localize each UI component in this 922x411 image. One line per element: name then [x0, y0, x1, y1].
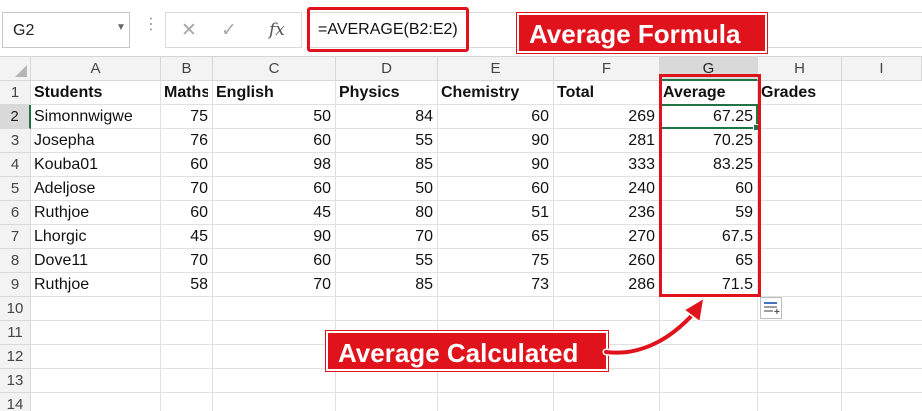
number-cell[interactable]: 76 — [164, 131, 208, 153]
number-cell[interactable]: 90 — [216, 227, 331, 249]
number-cell[interactable]: 75 — [164, 107, 208, 129]
student-name-cell[interactable]: Adeljose — [34, 179, 156, 201]
row-header-8[interactable]: 8 — [0, 249, 31, 273]
drag-handle-icon[interactable]: ⋮ — [143, 14, 159, 34]
gridline-row — [31, 320, 922, 321]
header-cell-physics[interactable]: Physics — [339, 83, 433, 105]
number-cell[interactable]: 58 — [164, 275, 208, 297]
number-cell[interactable]: 55 — [339, 131, 433, 153]
average-calculated-callout: Average Calculated — [326, 331, 608, 371]
number-cell[interactable]: 70 — [164, 251, 208, 273]
name-box-value: G2 — [13, 22, 35, 39]
number-cell[interactable]: 60 — [441, 107, 549, 129]
row-header-12[interactable]: 12 — [0, 345, 31, 369]
column-header-c[interactable]: C — [213, 57, 336, 81]
number-cell[interactable]: 281 — [557, 131, 655, 153]
student-name-cell[interactable]: Ruthjoe — [34, 275, 156, 297]
formula-bar: G2 ▼ ⋮ ✕ ✓ fx =AVERAGE(B2:E2) — [0, 0, 922, 57]
header-cell-english[interactable]: English — [216, 83, 331, 105]
student-name-cell[interactable]: Josepha — [34, 131, 156, 153]
number-cell[interactable]: 75 — [441, 251, 549, 273]
number-cell[interactable]: 60 — [441, 179, 549, 201]
callout-arrow-icon — [602, 296, 706, 357]
header-cell-total[interactable]: Total — [557, 83, 655, 105]
row-header-1[interactable]: 1 — [0, 81, 31, 105]
column-header-i[interactable]: I — [842, 57, 922, 81]
gridline-col — [212, 81, 213, 411]
select-all-icon — [15, 65, 27, 77]
formula-highlight-box — [307, 7, 469, 52]
number-cell[interactable]: 236 — [557, 203, 655, 225]
number-cell[interactable]: 60 — [216, 131, 331, 153]
row-header-3[interactable]: 3 — [0, 129, 31, 153]
student-name-cell[interactable]: Ruthjoe — [34, 203, 156, 225]
row-header-4[interactable]: 4 — [0, 153, 31, 177]
header-cell-students[interactable]: Students — [34, 83, 156, 105]
student-name-cell[interactable]: Dove11 — [34, 251, 156, 273]
number-cell[interactable]: 50 — [216, 107, 331, 129]
number-cell[interactable]: 85 — [339, 275, 433, 297]
column-header-a[interactable]: A — [31, 57, 161, 81]
number-cell[interactable]: 70 — [216, 275, 331, 297]
number-cell[interactable]: 51 — [441, 203, 549, 225]
number-cell[interactable]: 333 — [557, 155, 655, 177]
row-header-2[interactable]: 2 — [0, 105, 31, 129]
gridline-col — [841, 81, 842, 411]
average-column-highlight-box — [659, 74, 761, 297]
number-cell[interactable]: 90 — [441, 131, 549, 153]
header-cell-grades[interactable]: Grades — [761, 83, 837, 105]
number-cell[interactable]: 45 — [164, 227, 208, 249]
number-cell[interactable]: 80 — [339, 203, 433, 225]
column-header-h[interactable]: H — [758, 57, 842, 81]
number-cell[interactable]: 84 — [339, 107, 433, 129]
gridline-row — [31, 392, 922, 393]
student-name-cell[interactable]: Lhorgic — [34, 227, 156, 249]
check-icon[interactable]: ✓ — [221, 19, 237, 42]
number-cell[interactable]: 45 — [216, 203, 331, 225]
row-header-5[interactable]: 5 — [0, 177, 31, 201]
number-cell[interactable]: 70 — [164, 179, 208, 201]
number-cell[interactable]: 60 — [164, 155, 208, 177]
number-cell[interactable]: 270 — [557, 227, 655, 249]
row-header-10[interactable]: 10 — [0, 297, 31, 321]
gridline-col — [160, 81, 161, 411]
row-header-7[interactable]: 7 — [0, 225, 31, 249]
row-header-14[interactable]: 14 — [0, 393, 31, 411]
number-cell[interactable]: 60 — [164, 203, 208, 225]
select-all-corner[interactable] — [0, 57, 31, 81]
number-cell[interactable]: 269 — [557, 107, 655, 129]
row-header-11[interactable]: 11 — [0, 321, 31, 345]
fx-icon[interactable]: fx — [269, 20, 285, 40]
number-cell[interactable]: 260 — [557, 251, 655, 273]
number-cell[interactable]: 65 — [441, 227, 549, 249]
column-header-d[interactable]: D — [336, 57, 438, 81]
number-cell[interactable]: 73 — [441, 275, 549, 297]
row-header-13[interactable]: 13 — [0, 369, 31, 393]
formula-buttons: ✕ ✓ fx — [165, 12, 302, 48]
header-cell-maths[interactable]: Maths — [164, 83, 208, 105]
number-cell[interactable]: 60 — [216, 251, 331, 273]
cancel-x-icon[interactable]: ✕ — [181, 19, 197, 42]
column-header-f[interactable]: F — [554, 57, 660, 81]
row-header-9[interactable]: 9 — [0, 273, 31, 297]
chevron-down-icon[interactable]: ▼ — [116, 22, 126, 33]
student-name-cell[interactable]: Kouba01 — [34, 155, 156, 177]
column-header-b[interactable]: B — [161, 57, 213, 81]
number-cell[interactable]: 70 — [339, 227, 433, 249]
number-cell[interactable]: 240 — [557, 179, 655, 201]
header-cell-chemistry[interactable]: Chemistry — [441, 83, 549, 105]
name-box[interactable]: G2 ▼ — [2, 12, 130, 48]
number-cell[interactable]: 55 — [339, 251, 433, 273]
column-header-e[interactable]: E — [438, 57, 554, 81]
number-cell[interactable]: 98 — [216, 155, 331, 177]
quick-analysis-icon[interactable]: + — [760, 297, 782, 319]
number-cell[interactable]: 85 — [339, 155, 433, 177]
student-name-cell[interactable]: Simonnwigwe — [34, 107, 156, 129]
number-cell[interactable]: 90 — [441, 155, 549, 177]
average-formula-callout: Average Formula — [517, 13, 767, 53]
number-cell[interactable]: 60 — [216, 179, 331, 201]
number-cell[interactable]: 50 — [339, 179, 433, 201]
row-header-6[interactable]: 6 — [0, 201, 31, 225]
